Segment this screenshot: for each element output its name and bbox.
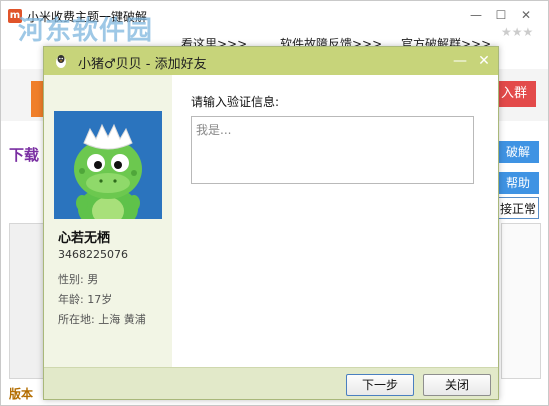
dialog-body: 心若无栖 3468225076 性别: 男 年龄: 17岁 所在地: 上海 黄浦… — [44, 75, 498, 367]
dialog-titlebar[interactable]: 小猪♂贝贝 - 添加好友 — ✕ — [44, 47, 498, 75]
download-label: 下载 — [9, 146, 40, 164]
rating-stars-icon: ★★★ — [501, 25, 534, 39]
version-label: 版本 — [9, 387, 34, 401]
qq-penguin-icon — [53, 53, 69, 69]
background-side-panel — [501, 223, 541, 379]
verification-prompt-label: 请输入验证信息: — [191, 95, 280, 109]
watermark-logo: 河东软件园 — [18, 16, 154, 46]
dinosaur-avatar-icon — [54, 111, 162, 219]
contact-qq-number: 3468225076 — [58, 248, 128, 261]
avatar — [54, 111, 162, 219]
close-icon[interactable]: ✕ — [516, 6, 536, 24]
add-friend-dialog: 小猪♂贝贝 - 添加好友 — ✕ 心若无栖 3468225076 性别: 男 年… — [43, 46, 499, 400]
verification-message-input[interactable] — [191, 116, 474, 184]
contact-age: 年龄: 17岁 — [58, 293, 113, 306]
close-button[interactable]: 关闭 — [423, 374, 491, 396]
contact-location: 所在地: 上海 黄浦 — [58, 313, 146, 326]
crack-button[interactable]: 破解 — [497, 141, 539, 163]
help-button[interactable]: 帮助 — [497, 172, 539, 194]
maximize-icon[interactable]: ☐ — [491, 6, 511, 24]
dialog-close-icon[interactable]: ✕ — [474, 51, 494, 71]
restore-button[interactable]: 接正常 — [497, 197, 539, 219]
dialog-minimize-icon[interactable]: — — [450, 51, 470, 71]
contact-gender: 性别: 男 — [58, 273, 99, 286]
contact-info-panel: 心若无栖 3468225076 性别: 男 年龄: 17岁 所在地: 上海 黄浦 — [44, 75, 172, 367]
dialog-title: 小猪♂贝贝 - 添加好友 — [78, 57, 207, 72]
next-step-button[interactable]: 下一步 — [346, 374, 414, 396]
dialog-footer: 下一步 关闭 — [44, 367, 498, 399]
minimize-icon[interactable]: — — [466, 6, 486, 24]
contact-nickname: 心若无栖 — [58, 231, 111, 246]
